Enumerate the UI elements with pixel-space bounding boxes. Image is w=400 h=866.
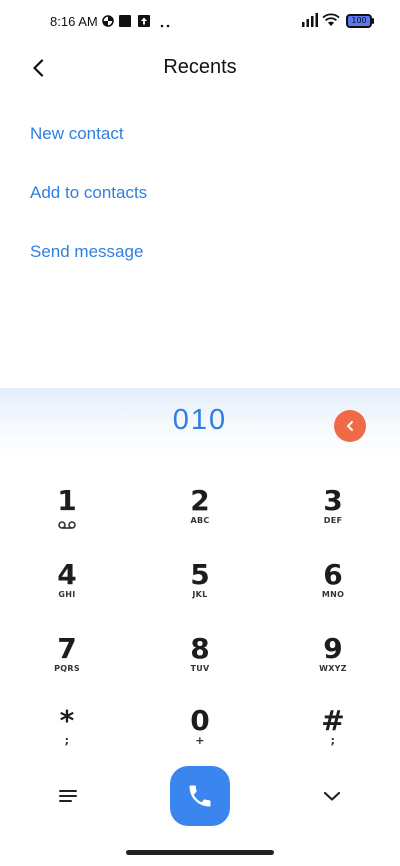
key-digit: 0 <box>190 704 210 737</box>
signal-icon <box>302 13 318 32</box>
key-9[interactable]: 9 WXYZ <box>278 634 388 696</box>
key-letters: ; <box>330 734 336 747</box>
chevron-down-icon <box>323 791 341 801</box>
key-1[interactable]: 1 <box>12 486 122 548</box>
upload-box-icon <box>138 14 150 32</box>
key-digit: 2 <box>190 484 210 517</box>
key-letters: WXYZ <box>319 664 347 673</box>
key-digit: 1 <box>57 484 77 517</box>
key-letters: GHI <box>58 590 76 599</box>
wifi-icon <box>322 13 340 32</box>
status-bar: 8:16 AM 100 <box>0 0 400 44</box>
key-digit: # <box>321 704 345 737</box>
voicemail-icon <box>58 516 76 534</box>
collapse-keypad-button[interactable] <box>318 782 346 810</box>
key-digit: 8 <box>190 632 210 665</box>
key-letters: + <box>195 734 205 747</box>
key-digit: 6 <box>323 558 343 591</box>
key-7[interactable]: 7 PQRS <box>12 634 122 696</box>
key-digit: 9 <box>323 632 343 665</box>
square-icon <box>119 14 131 32</box>
key-digit: * <box>59 704 75 737</box>
more-dots-icon <box>160 16 170 34</box>
key-letters: JKL <box>192 590 208 599</box>
phone-icon <box>189 785 211 807</box>
key-letters: PQRS <box>54 664 80 673</box>
key-letters: ; <box>64 734 70 747</box>
key-6[interactable]: 6 MNO <box>278 560 388 622</box>
key-0[interactable]: 0 + <box>145 706 255 768</box>
key-5[interactable]: 5 JKL <box>145 560 255 622</box>
key-3[interactable]: 3 DEF <box>278 486 388 548</box>
backspace-button[interactable] <box>334 410 366 442</box>
key-4[interactable]: 4 GHI <box>12 560 122 622</box>
key-hash[interactable]: # ; <box>278 706 388 768</box>
key-digit: 3 <box>323 484 343 517</box>
key-letters: TUV <box>190 664 210 673</box>
pie-chart-icon <box>102 14 114 32</box>
key-star[interactable]: * ; <box>12 706 122 768</box>
key-digit: 4 <box>57 558 77 591</box>
key-digit: 7 <box>57 632 77 665</box>
send-message-link[interactable]: Send message <box>30 242 143 262</box>
add-to-contacts-link[interactable]: Add to contacts <box>30 183 147 203</box>
key-digit: 5 <box>190 558 210 591</box>
key-letters: MNO <box>321 590 345 599</box>
menu-button[interactable] <box>54 782 82 810</box>
battery-tip <box>372 18 374 24</box>
status-time: 8:16 AM <box>50 14 98 29</box>
key-letters: ABC <box>190 516 210 525</box>
page-title: Recents <box>163 56 237 78</box>
call-button[interactable] <box>170 766 230 826</box>
menu-icon <box>59 790 77 802</box>
new-contact-link[interactable]: New contact <box>30 124 124 144</box>
backspace-icon <box>347 421 353 431</box>
key-8[interactable]: 8 TUV <box>145 634 255 696</box>
key-letters: DEF <box>323 516 343 525</box>
home-indicator[interactable] <box>126 850 274 855</box>
key-2[interactable]: 2 ABC <box>145 486 255 548</box>
battery-icon: 100 <box>346 14 372 28</box>
